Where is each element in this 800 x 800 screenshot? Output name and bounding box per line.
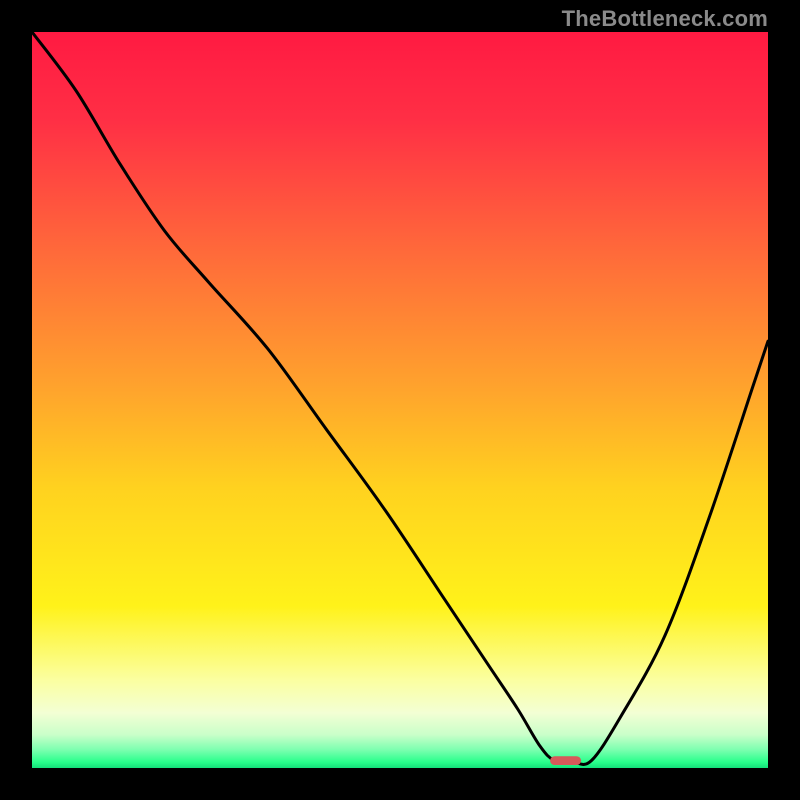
watermark-text: TheBottleneck.com (562, 6, 768, 32)
gradient-background (32, 32, 768, 768)
chart-frame (32, 32, 768, 768)
bottleneck-chart (32, 32, 768, 768)
optimal-marker (550, 756, 581, 765)
